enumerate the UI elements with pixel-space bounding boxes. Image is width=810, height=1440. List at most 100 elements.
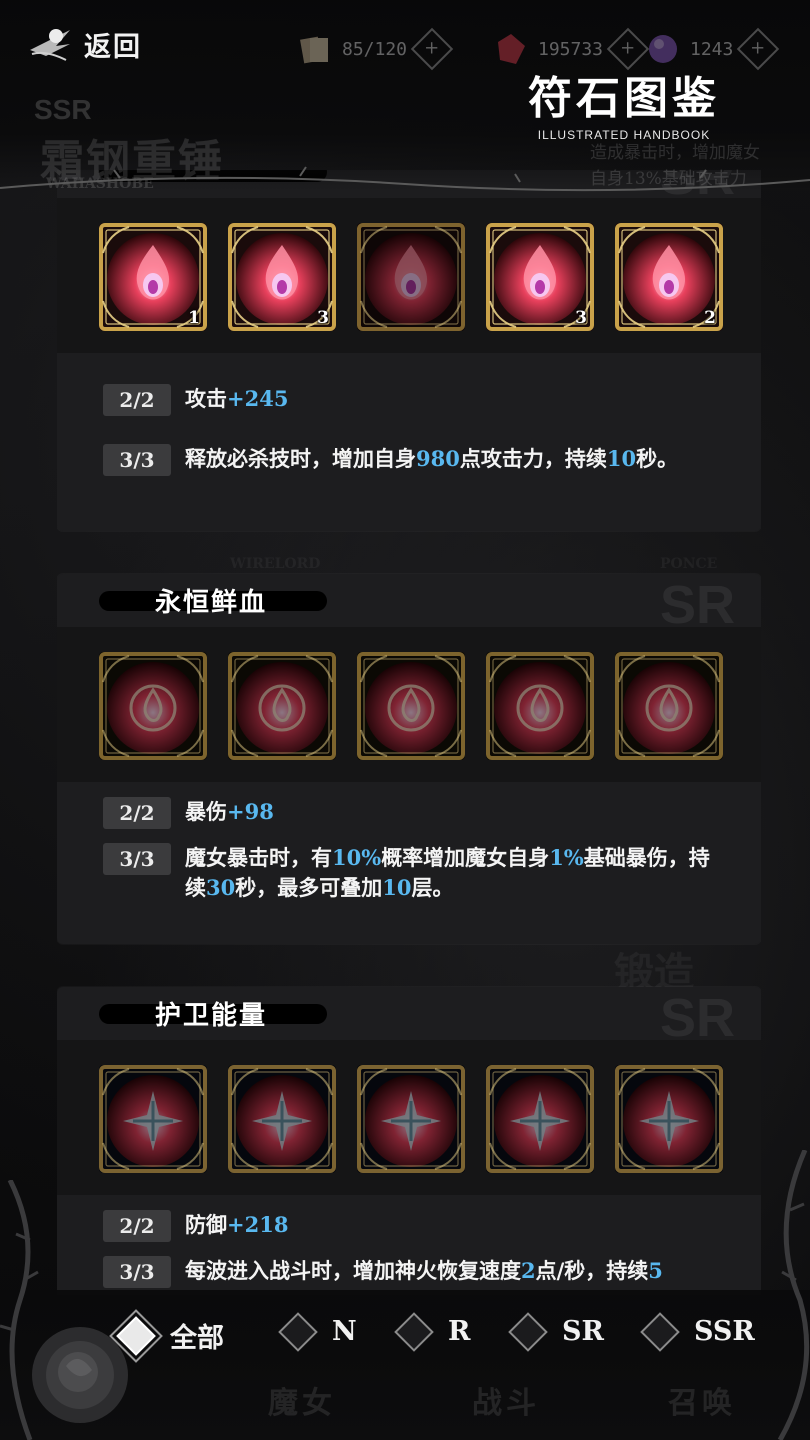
rune-slot[interactable]: 3 [486, 223, 594, 331]
diamond-radio-icon [394, 1311, 434, 1352]
resource-value: 195733 [538, 38, 604, 60]
thorn-divider [0, 166, 810, 192]
set-effect-text: 暴伤+98 [185, 797, 725, 827]
effect-value: 10 [606, 446, 637, 471]
filter-n[interactable]: N [278, 1311, 357, 1352]
set-tier-badge: 2/2 [103, 797, 171, 829]
rune-slot[interactable] [228, 1065, 336, 1173]
rune-slot[interactable] [357, 223, 465, 331]
effect-text: 释放必杀技时，增加自身 [185, 446, 416, 471]
rune-slot[interactable] [99, 1065, 207, 1173]
set-tier-badge: 3/3 [103, 843, 171, 875]
rune-set-card: SR 1 3 [57, 170, 761, 531]
rune-count: 1 [188, 308, 200, 328]
add-cards-button[interactable]: + [410, 27, 454, 71]
blue-crest-gem-icon [357, 1065, 465, 1173]
resource-value: 85/120 [342, 38, 408, 60]
ghost-tab: 召唤 [668, 1386, 736, 1421]
effect-text: 点/秒，持续 [535, 1258, 649, 1283]
rune-slot[interactable]: 2 [615, 223, 723, 331]
rune-slot[interactable] [486, 652, 594, 760]
card-stack-icon [300, 36, 328, 64]
golden-drop-gem-icon [99, 652, 207, 760]
set-effect-row: 3/3 每波进入战斗时，增加神火恢复速度2点/秒，持续5 [103, 1256, 761, 1288]
resource-crystal: 195733 + [494, 27, 650, 71]
filter-label: SR [562, 1316, 604, 1347]
filter-r[interactable]: R [394, 1311, 471, 1352]
ghost-tab: 魔女 [268, 1386, 336, 1421]
set-effect-text: 释放必杀技时，增加自身980点攻击力，持续10秒。 [185, 444, 725, 474]
plus-icon: + [750, 38, 766, 59]
effect-text: 层。 [411, 875, 454, 900]
effect-value: 10 [382, 875, 412, 900]
rune-slot[interactable] [99, 652, 207, 760]
filter-label: R [448, 1316, 471, 1347]
effect-value: +98 [227, 799, 274, 824]
plus-icon: + [620, 38, 636, 59]
rune-slot[interactable] [486, 1065, 594, 1173]
filter-label: 全部 [170, 1323, 224, 1354]
rune-slot[interactable] [228, 652, 336, 760]
rune-set-list[interactable]: SR 1 3 [57, 170, 761, 1295]
red-crystal-icon [498, 34, 525, 64]
filter-label: SSR [694, 1316, 755, 1347]
rune-count: 3 [575, 308, 587, 328]
golden-drop-gem-icon [228, 652, 336, 760]
effect-value: 10% [332, 845, 382, 870]
back-button[interactable]: 返回 [26, 20, 142, 68]
diamond-radio-icon [640, 1311, 680, 1352]
rune-slot[interactable]: 1 [99, 223, 207, 331]
diamond-radio-icon [278, 1311, 318, 1352]
rune-slot[interactable] [615, 652, 723, 760]
set-effects: 2/2 攻击+245 3/3 释放必杀技时，增加自身980点攻击力，持续10秒。 [57, 353, 761, 476]
ghost-rank: SR [659, 575, 735, 635]
effect-text: 攻击 [185, 386, 227, 411]
rune-slot[interactable]: 3 [228, 223, 336, 331]
set-effect-row: 2/2 防御+218 [103, 1210, 761, 1242]
set-effect-row: 2/2 攻击+245 [103, 384, 761, 416]
effect-value: 980 [416, 446, 460, 471]
vine-decoration-icon [777, 1150, 810, 1440]
ghost-ssr-tag: SSR [34, 94, 92, 125]
set-effects: 2/2 暴伤+98 3/3 魔女暴击时，有10%概率增加魔女自身1%基础暴伤，持续30… [57, 782, 761, 903]
effect-text: 每波进入战斗时，增加神火恢复速度 [185, 1258, 521, 1283]
resource-orb: 1243 + [646, 27, 780, 71]
back-label: 返回 [84, 31, 142, 63]
set-effect-text: 魔女暴击时，有10%概率增加魔女自身1%基础暴伤，持续30秒，最多可叠加10层。 [185, 843, 725, 903]
blue-crest-gem-icon [615, 1065, 723, 1173]
rune-row: 1 3 3 2 [57, 198, 761, 353]
effect-text: 秒。 [636, 446, 679, 471]
rune-slot[interactable] [615, 1065, 723, 1173]
effect-text: 秒，最多可叠加 [235, 875, 383, 900]
blue-crest-gem-icon [486, 1065, 594, 1173]
rune-slot[interactable] [357, 652, 465, 760]
effect-value: +218 [227, 1212, 289, 1237]
filter-label: N [332, 1316, 357, 1347]
set-effect-row: 3/3 释放必杀技时，增加自身980点攻击力，持续10秒。 [103, 444, 761, 476]
set-effect-text: 防御+218 [185, 1210, 725, 1240]
effect-value: 30 [206, 875, 236, 900]
purple-orb-icon [649, 35, 677, 63]
rune-row [57, 1040, 761, 1195]
set-effect-text: 攻击+245 [185, 384, 725, 414]
add-orb-button[interactable]: + [737, 27, 780, 71]
set-tier-badge: 2/2 [103, 384, 171, 416]
rose-decoration-icon [0, 1180, 128, 1440]
rune-set-card: 永恒鲜血 SR 2/2 暴伤+98 3/3 魔女暴击时，有10%概率增加魔女自身… [57, 574, 761, 944]
blue-crest-gem-icon [99, 1065, 207, 1173]
rose-back-icon [30, 29, 70, 61]
card-header: 永恒鲜血 SR [57, 574, 761, 635]
rune-set-name: 护卫能量 [155, 1001, 268, 1031]
effect-value: +245 [227, 386, 289, 411]
effect-value: 1% [549, 845, 584, 870]
effect-value: 5 [648, 1258, 663, 1283]
rune-slot[interactable] [357, 1065, 465, 1173]
rune-row [57, 627, 761, 782]
page-title-block: 符石图鉴 ILLUSTRATED HANDBOOK [528, 62, 720, 142]
effect-value: 2 [521, 1258, 536, 1283]
filter-ssr[interactable]: SSR [640, 1311, 755, 1352]
card-header: 护卫能量 SR [57, 987, 761, 1048]
filter-sr[interactable]: SR [508, 1311, 604, 1352]
diamond-radio-icon [508, 1311, 548, 1352]
set-effect-row: 3/3 魔女暴击时，有10%概率增加魔女自身1%基础暴伤，持续30秒，最多可叠加1… [103, 843, 761, 903]
